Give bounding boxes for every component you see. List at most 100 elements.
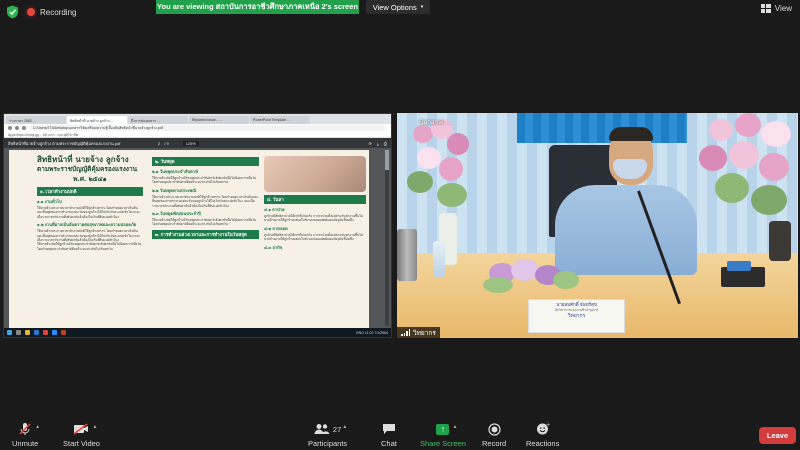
zoom-icon[interactable] [52, 330, 57, 335]
browser-tab[interactable]: ร่างภาษา 2562 ... [6, 116, 66, 124]
caret-up-icon[interactable]: ▲ [452, 424, 457, 430]
view-options-label: View Options [372, 2, 417, 12]
video-off-icon: ▲ [73, 422, 97, 436]
view-options-button[interactable]: View Options ▾ [366, 0, 430, 14]
doc-subheading: ๒.๒ วันหยุดตามประเพณี [152, 187, 197, 193]
viewing-screen-banner: You are viewing สถาบันการอาชีวศึกษาภาคเห… [156, 0, 359, 14]
search-icon[interactable] [16, 330, 21, 335]
recording-indicator[interactable]: Recording [27, 4, 76, 20]
pdf-viewer[interactable]: สิทธิหน้าที่ นายจ้าง ลูกจ้าง ตามพระราชบั… [4, 148, 391, 330]
participants-count: 27 [332, 424, 342, 434]
security-shield-icon[interactable] [6, 5, 19, 19]
caret-up-icon[interactable]: ▲ [35, 424, 40, 430]
participants-button[interactable]: 27 ▲ Participants [308, 422, 347, 448]
rotate-icon[interactable]: ⟳ [369, 141, 372, 146]
chat-label: Chat [381, 439, 397, 448]
doc-column-2: ๒. วันหยุด ๒.๑ วันหยุดประจำสัปดาห์ ให้นา… [152, 154, 259, 241]
back-icon[interactable] [8, 126, 12, 130]
address-bar[interactable]: C:/Users/TTA/Desktop/เอกสารวิจัยเตรียม/ค… [29, 125, 387, 131]
doc-photo [264, 156, 366, 192]
recording-label: Recording [40, 7, 77, 17]
print-icon[interactable]: ⎙ [384, 141, 387, 146]
participants-label: Participants [308, 439, 348, 448]
browser-tab[interactable]: ถึงการส่งเอกสาร ... [128, 116, 188, 124]
unmute-button[interactable]: ▲ Unmute [12, 422, 40, 448]
doc-subheading: ๑.๒ งานที่อาจเป็นอันตรายต่อสุขภาพและความ… [37, 222, 137, 228]
share-screen-button[interactable]: ↑ ▲ Share Screen [420, 422, 466, 448]
curtain-valance [517, 113, 687, 143]
chevron-down-icon: ▾ [420, 4, 424, 10]
water-bottle [433, 241, 445, 277]
view-label: View [774, 4, 792, 13]
chat-button[interactable]: Chat [381, 422, 397, 448]
doc-section-heading: ๔. วันลา [264, 195, 366, 204]
browser-address-row: C:/Users/TTA/Desktop/เอกสารวิจัยเตรียม/ค… [4, 124, 391, 132]
pdf-page-indicator: 2 / 9 [158, 141, 169, 146]
doc-section-heading: ๑. เวลาทำงานปกติ [37, 187, 143, 196]
reactions-label: Reactions [526, 439, 560, 448]
record-button[interactable]: Record [482, 422, 506, 448]
pdf-zoom-level[interactable]: 125% [182, 140, 199, 146]
taskbar-clock: ENG 11:02 7/1/2564 [356, 330, 388, 335]
doc-paragraph: ลูกจ้างมีสิทธิลาป่วยได้เท่าที่ป่วยจริง ก… [264, 232, 363, 242]
name-card: นายสมศักดิ์ จันทร์สุข นักวิชาการแรงงานชำ… [528, 299, 625, 333]
participant-name-label: วิทยากร [397, 327, 440, 338]
doc-paragraph: ลูกจ้างมีสิทธิลาป่วยได้เท่าที่ป่วยจริง ก… [264, 214, 363, 223]
shared-screen[interactable]: ร่างภาษา 2562 ... สิทธิหน้าที่ นายจ้าง ล… [3, 113, 392, 338]
powerpoint-icon[interactable] [61, 330, 66, 335]
flower-arrangement-left [407, 117, 479, 217]
chrome-icon[interactable] [43, 330, 48, 335]
doc-title-line2: ตามพระราชบัญญัติคุ้มครองแรงงาน [37, 165, 138, 173]
doc-paragraph: ให้นายจ้างประกาศเวลาทำงานปกติให้ลูกจ้างท… [152, 194, 259, 208]
reload-icon[interactable] [22, 126, 26, 130]
pdf-tools: ⟳ ⤓ ⎙ [369, 141, 387, 146]
leave-button[interactable]: Leave [759, 427, 796, 444]
browser-tab[interactable]: PowerPoint Template ... [250, 116, 310, 124]
start-video-button[interactable]: ▲ Start Video [63, 422, 100, 448]
doc-subheading: ๑.๑ งานทั่วไป [37, 199, 62, 204]
edge-icon[interactable] [34, 330, 39, 335]
doc-paragraph: ให้นายจ้างประกาศเวลาทำงานปกติให้ลูกจ้างท… [37, 229, 141, 243]
grid-view-icon [760, 4, 771, 13]
record-label: Record [482, 439, 507, 448]
caret-up-icon[interactable]: ▲ [342, 424, 347, 430]
browser-tab-strip: ร่างภาษา 2562 ... สิทธิหน้าที่ นายจ้าง ล… [4, 114, 391, 124]
doc-title-line3: พ.ศ. ๒๕๔๑ [73, 175, 107, 183]
doc-column-3: ๔. วันลา ๔.๑ ลาป่วย ลูกจ้างมีสิทธิลาป่วย… [264, 154, 366, 252]
doc-column-1: สิทธิหน้าที่ นายจ้าง ลูกจ้าง ตามพระราชบั… [37, 154, 143, 251]
caret-up-icon[interactable]: ▲ [93, 424, 98, 430]
view-button[interactable]: View [760, 4, 792, 13]
file-explorer-icon[interactable] [25, 330, 30, 335]
windows-start-icon[interactable] [7, 330, 12, 335]
browser-tab-active[interactable]: สิทธิหน้าที่ นายจ้าง ลูกจ้าง... [67, 116, 127, 124]
scroll-thumb[interactable] [385, 150, 389, 170]
flower-arrangement-right [695, 113, 798, 223]
zoom-meeting-window: { "topbar": { "recording": "Recording", … [0, 0, 800, 450]
pdf-page-input[interactable]: 2 [158, 141, 160, 146]
doc-subheading: ๒.๑ วันหยุดประจำสัปดาห์ [152, 169, 198, 174]
windows-taskbar: ENG 11:02 7/1/2564 [4, 328, 391, 337]
doc-title: สิทธิหน้าที่ นายจ้าง ลูกจ้าง [37, 154, 129, 164]
download-icon[interactable]: ⤓ [377, 141, 379, 146]
unmute-label: Unmute [12, 439, 39, 448]
participant-video[interactable]: นายสมศักดิ์ จันทร์สุข นักวิชาการแรงงานชำ… [397, 113, 798, 338]
doc-section-heading: ๓. การทำงานล่วงเวลาและการทำงานในวันหยุด [152, 229, 259, 239]
reactions-button[interactable]: + Reactions [526, 422, 559, 448]
svg-text:+: + [546, 422, 550, 428]
pdf-filename: สิทธิหน้าที่นายจ้างลูกจ้าง ตามพระราชบัญญ… [8, 140, 121, 146]
participant-name: วิทยากร [413, 329, 436, 337]
browser-tab[interactable]: Reported Issue - ... [189, 116, 249, 124]
doc-subheading: ๔.๓ ลากิจ [264, 244, 283, 250]
doc-paragraph: ให้นายจ้างจัดให้ลูกจ้างมีวันหยุดประจำสัป… [152, 176, 257, 185]
pdf-page: สิทธิหน้าที่ นายจ้าง ลูกจ้าง ตามพระราชบั… [9, 150, 369, 330]
doc-paragraph: ให้นายจ้างประกาศเวลาทำงานปกติให้ลูกจ้างท… [37, 206, 141, 219]
speaker-hair [609, 127, 653, 141]
doc-paragraph: ให้นายจ้างจัดให้ลูกจ้างมีวันหยุดประจำสัป… [152, 218, 257, 227]
name-card-role: วิทยากร [567, 313, 586, 319]
chat-icon [382, 422, 396, 436]
pdf-scrollbar[interactable] [385, 150, 389, 326]
forward-icon[interactable] [15, 126, 19, 130]
participants-icon: 27 ▲ [314, 422, 347, 436]
smiley-plus-icon: + [536, 422, 550, 436]
share-screen-icon: ↑ [436, 423, 450, 435]
